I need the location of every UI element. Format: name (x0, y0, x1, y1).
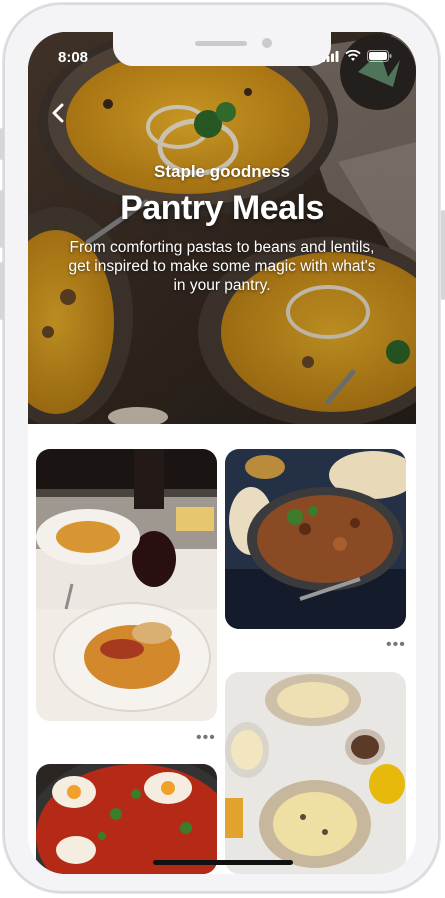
volume-down-button (0, 262, 4, 320)
volume-up-button (0, 190, 4, 248)
shakshuka-image (36, 764, 217, 874)
chevron-left-icon (52, 103, 64, 123)
status-time: 8:08 (58, 49, 89, 66)
pasta-ragu-image (36, 449, 217, 721)
lentil-stew-image (225, 449, 406, 629)
mute-switch (0, 128, 4, 160)
battery-icon (367, 50, 392, 62)
hero-title: Pantry Meals (120, 189, 324, 227)
signal-icon (322, 50, 339, 62)
hero-banner: 8:08 Staple goodness Pantry Meals From c… (28, 32, 416, 424)
front-camera (262, 38, 272, 48)
shakshuka-pin[interactable] (36, 764, 217, 874)
status-icons (322, 50, 392, 62)
hero-overlay (28, 32, 416, 424)
spaghetti-carbonara-pin[interactable] (225, 672, 406, 874)
back-button[interactable] (46, 100, 72, 126)
speaker (195, 41, 247, 46)
pin-more-button[interactable]: ••• (196, 730, 216, 746)
hero-subtitle: Staple goodness (153, 162, 291, 181)
pin-more-button[interactable]: ••• (386, 637, 406, 653)
device-notch (113, 32, 331, 66)
screen: 8:08 Staple goodness Pantry Meals From c… (28, 32, 416, 874)
power-button (441, 210, 445, 300)
hero-description: From comforting pastas to beans and lent… (68, 239, 376, 294)
home-indicator[interactable] (153, 860, 293, 865)
wifi-icon (345, 50, 361, 61)
pasta-ragu-pin[interactable] (36, 449, 217, 721)
spaghetti-image (225, 672, 406, 874)
lentil-stew-pin[interactable] (225, 449, 406, 629)
